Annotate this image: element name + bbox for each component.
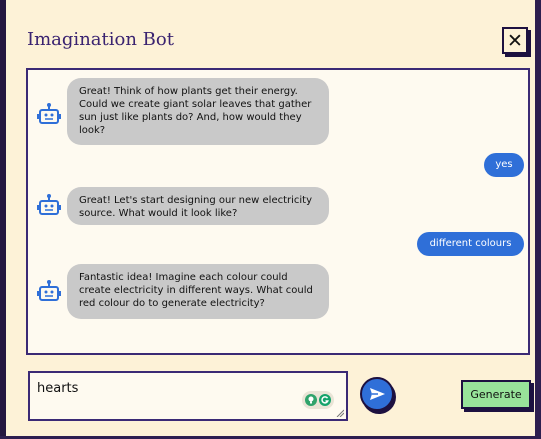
lightbulb-icon	[305, 394, 317, 406]
send-button[interactable]	[360, 377, 394, 411]
close-button[interactable]: ✕	[502, 27, 528, 54]
app-title: Imagination Bot	[27, 29, 174, 50]
close-icon: ✕	[507, 29, 523, 52]
grammar-check-icon	[319, 394, 331, 406]
bot-avatar-icon	[37, 280, 61, 301]
user-message: different colours	[417, 232, 524, 256]
send-arrow-icon	[370, 388, 385, 400]
resize-handle-icon[interactable]	[336, 409, 344, 417]
message-input[interactable]: hearts	[28, 371, 348, 421]
window-frame-right	[535, 0, 541, 439]
bot-message: Great! Think of how plants get their ene…	[67, 78, 329, 145]
bot-message: Great! Let's start designing our new ele…	[67, 187, 329, 225]
chat-panel[interactable]: Great! Think of how plants get their ene…	[26, 68, 530, 355]
user-message: yes	[484, 153, 524, 177]
window-frame-left	[0, 0, 6, 439]
bot-message: Fantastic idea! Imagine each colour coul…	[67, 264, 329, 319]
bot-avatar-icon	[37, 103, 61, 124]
extension-badge[interactable]	[302, 391, 334, 409]
bot-avatar-icon	[37, 194, 61, 215]
message-input-value[interactable]: hearts	[37, 381, 78, 396]
generate-button[interactable]: Generate	[461, 380, 531, 409]
